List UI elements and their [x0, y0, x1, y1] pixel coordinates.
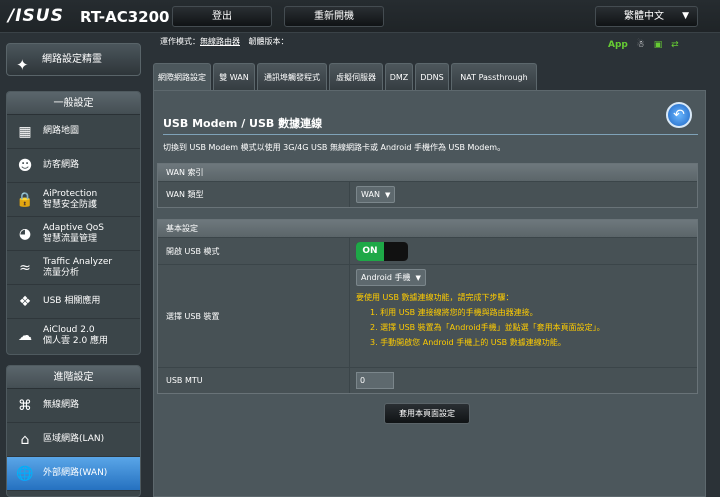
sidebar-item-usb[interactable]: ❖ USB 相關應用: [7, 285, 140, 319]
traffic-analyzer-icon: ≈: [19, 260, 31, 276]
usb-status-icon[interactable]: ⇄: [671, 40, 679, 50]
enable-usb-row: 開啟 USB 模式 ON: [158, 237, 697, 264]
sidebar-item-label: AiCloud 2.0: [43, 325, 95, 335]
usb-instructions: 要使用 USB 數據連線功能，請完成下步驟： 1. 利用 USB 連接線將您的手…: [356, 290, 605, 350]
sidebar-advanced-title: 進階設定: [7, 366, 140, 389]
sidebar-general: 一般設定 ▦ 網路地圖 ☻ 訪客網路 🔒 AiProtection 智慧安全防護…: [6, 91, 141, 355]
basic-settings-header: 基本設定: [158, 220, 697, 237]
apply-button[interactable]: 套用本頁面設定: [384, 403, 470, 424]
tab-dual-wan[interactable]: 雙 WAN: [213, 63, 255, 90]
sidebar-item-lan[interactable]: ⌂ 區域網路(LAN): [7, 423, 140, 457]
instruction-step: 1. 利用 USB 連接線將您的手機與路由器連接。: [370, 308, 538, 317]
quick-setup-button[interactable]: ✦ 網路設定精靈: [6, 43, 141, 76]
sidebar-item-aiprotection[interactable]: 🔒 AiProtection 智慧安全防護: [7, 183, 140, 217]
enable-usb-toggle[interactable]: ON: [356, 241, 408, 261]
sidebar-item-sublabel: 智慧流量管理: [43, 233, 98, 244]
guest-network-icon: ☻: [17, 158, 33, 174]
chevron-down-icon: ▼: [415, 274, 421, 282]
sidebar-item-label: Traffic Analyzer: [43, 256, 113, 267]
status-line: 運作模式：無線路由器 韌體版本：: [160, 36, 289, 47]
model-name: RT-AC3200: [80, 8, 170, 26]
mode-label: 運作模式：: [160, 37, 200, 46]
instruction-step: 3. 手動開啟您 Android 手機上的 USB 數據連線功能。: [370, 338, 566, 347]
sidebar-item-qos[interactable]: ◕ Adaptive QoS 智慧流量管理: [7, 217, 140, 251]
back-arrow-icon[interactable]: ↶: [666, 102, 692, 128]
sidebar-item-traffic-analyzer[interactable]: ≈ Traffic Analyzer 流量分析: [7, 251, 140, 285]
sidebar-item-label: USB 相關應用: [43, 296, 101, 306]
sidebar-item-wireless[interactable]: ⌘ 無線網路: [7, 389, 140, 423]
sidebar-item-label: 網路地圖: [43, 126, 80, 136]
firmware-label: 韌體版本：: [248, 37, 289, 46]
basic-settings-group: 基本設定 開啟 USB 模式 ON 選擇 USB 裝置 Android 手機 ▼ …: [157, 219, 698, 394]
chevron-down-icon: ▼: [384, 191, 391, 199]
sidebar-item-guest-network[interactable]: ☻ 訪客網路: [7, 149, 140, 183]
tab-dmz[interactable]: DMZ: [385, 63, 413, 90]
toggle-on-label: ON: [356, 241, 384, 261]
sidebar-item-label: AiProtection: [43, 188, 98, 199]
printer-icon[interactable]: ▣: [654, 40, 663, 50]
usb-device-select[interactable]: Android 手機 ▼: [356, 269, 426, 286]
select-device-row: 選擇 USB 裝置 Android 手機 ▼ 要使用 USB 數據連線功能，請完成…: [158, 264, 697, 367]
sidebar-item-label: 外部網路(WAN): [43, 468, 108, 478]
tab-ddns[interactable]: DDNS: [415, 63, 449, 90]
wan-type-label: WAN 類型: [158, 182, 350, 207]
sidebar-item-network-map[interactable]: ▦ 網路地圖: [7, 115, 140, 149]
wan-type-select[interactable]: WAN ▼: [356, 186, 396, 203]
language-label: 繁體中文: [624, 11, 664, 22]
asus-logo[interactable]: /ISUS: [8, 6, 64, 26]
usb-mtu-label: USB MTU: [158, 368, 350, 393]
sidebar-item-aicloud[interactable]: ☁ AiCloud 2.0 個人雲 2.0 應用: [7, 319, 140, 353]
toggle-knob: [384, 241, 408, 261]
title-divider: [163, 134, 698, 135]
qos-icon: ◕: [18, 226, 32, 242]
users-icon[interactable]: ☃: [637, 40, 645, 50]
sidebar-item-label: Adaptive QoS: [43, 222, 104, 233]
tab-nat-passthrough[interactable]: NAT Passthrough: [451, 63, 537, 90]
wan-index-header: WAN 索引: [158, 164, 697, 181]
wireless-icon: ⌘: [18, 398, 32, 414]
logout-button[interactable]: 登出: [172, 6, 272, 27]
main-panel: USB Modem / USB 數據連線 ↶ 切換到 USB Modem 模式以…: [153, 90, 706, 497]
sidebar-advanced: 進階設定 ⌘ 無線網路 ⌂ 區域網路(LAN) 🌐 外部網路(WAN): [6, 365, 141, 497]
enable-usb-label: 開啟 USB 模式: [158, 238, 350, 264]
tab-internet[interactable]: 網際網路設定: [153, 63, 211, 90]
status-icons: App ☃ ▣ ⇄: [608, 40, 685, 50]
sidebar-item-label: 區域網路(LAN): [43, 434, 105, 444]
sidebar-item-wan[interactable]: 🌐 外部網路(WAN): [7, 457, 140, 491]
select-device-label: 選擇 USB 裝置: [158, 265, 350, 367]
tab-virtual-server[interactable]: 虛擬伺服器: [329, 63, 383, 90]
language-select[interactable]: 繁體中文 ▼: [595, 6, 698, 27]
sidebar-item-sublabel: 智慧安全防護: [43, 199, 98, 210]
app-icon[interactable]: App: [608, 40, 628, 50]
wan-index-group: WAN 索引 WAN 類型 WAN ▼: [157, 163, 698, 208]
instruction-step: 2. 選擇 USB 裝置為「Android手機」並點選「套用本頁面設定」。: [370, 323, 605, 332]
usb-device-value: Android 手機: [361, 273, 411, 282]
wan-type-value: WAN: [361, 190, 380, 199]
reboot-button[interactable]: 重新開機: [284, 6, 384, 27]
chevron-down-icon: ▼: [682, 11, 689, 21]
usb-mtu-row: USB MTU 0: [158, 367, 697, 393]
sidebar-general-title: 一般設定: [7, 92, 140, 115]
tab-port-trigger[interactable]: 通訊埠觸發程式: [257, 63, 327, 90]
usb-icon: ❖: [18, 294, 32, 310]
aicloud-icon: ☁: [18, 328, 32, 344]
network-map-icon: ▦: [18, 124, 32, 140]
page-title: USB Modem / USB 數據連線: [163, 117, 323, 130]
sidebar-item-label: 訪客網路: [43, 160, 80, 170]
wan-icon: 🌐: [16, 466, 34, 482]
usb-mtu-input[interactable]: 0: [356, 372, 394, 389]
mode-link[interactable]: 無線路由器: [200, 37, 240, 46]
sidebar-item-label: 無線網路: [43, 400, 80, 410]
aiprotection-icon: 🔒: [16, 192, 34, 208]
magic-wand-icon: ✦: [16, 56, 29, 74]
wan-type-row: WAN 類型 WAN ▼: [158, 181, 697, 207]
sidebar-item-sublabel: 個人雲 2.0 應用: [43, 336, 109, 346]
lan-icon: ⌂: [20, 432, 30, 448]
page-description: 切換到 USB Modem 模式以使用 3G/4G USB 無線網路卡或 And…: [163, 143, 506, 152]
top-bar: /ISUS RT-AC3200 登出 重新開機 繁體中文 ▼: [0, 0, 720, 33]
instructions-intro: 要使用 USB 數據連線功能，請完成下步驟：: [356, 293, 514, 302]
quick-setup-label: 網路設定精靈: [42, 54, 102, 65]
sidebar-item-sublabel: 流量分析: [43, 267, 80, 278]
